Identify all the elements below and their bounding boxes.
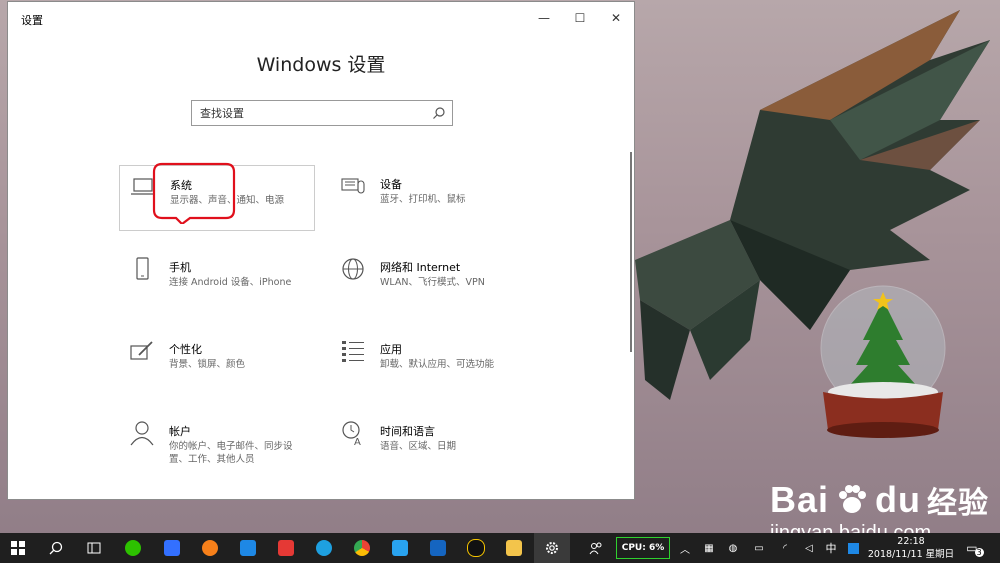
- gear-icon: [546, 542, 558, 554]
- people-button[interactable]: [578, 533, 614, 563]
- maximize-button[interactable]: ☐: [570, 8, 590, 28]
- close-button[interactable]: ✕: [606, 8, 626, 28]
- taskbar-app-blue[interactable]: [230, 533, 266, 563]
- paint-icon: [130, 341, 153, 360]
- tray-grid-icon[interactable]: ▦: [700, 533, 718, 563]
- taskbar-app-explorer[interactable]: [496, 533, 532, 563]
- tile-desc: 蓝牙、打印机、鼠标: [380, 194, 466, 205]
- windows-logo-icon: [11, 541, 25, 555]
- tray-app-icon[interactable]: ◍: [724, 533, 742, 563]
- clock[interactable]: 22:18 2018/11/11 星期日: [866, 535, 956, 561]
- paw-icon: [839, 485, 867, 513]
- app-icon: [392, 540, 408, 556]
- tile-accounts[interactable]: 帐户 你的帐户、电子邮件、同步设 置、工作、其他人员: [119, 412, 315, 478]
- ie-icon: [316, 540, 332, 556]
- app-icon: [430, 540, 446, 556]
- tile-title: 帐户: [169, 425, 191, 438]
- scrollbar[interactable]: [630, 152, 632, 352]
- wifi-icon[interactable]: ◜: [776, 533, 794, 563]
- tile-desc: WLAN、飞行模式、VPN: [380, 277, 485, 288]
- taskbar-app-store[interactable]: [420, 533, 456, 563]
- taskbar-app-qq-browser[interactable]: [382, 533, 418, 563]
- cpu-meter[interactable]: CPU: 6%: [616, 537, 670, 559]
- chrome-icon: [354, 540, 370, 556]
- ime-indicator[interactable]: 中: [822, 533, 840, 563]
- task-view-icon: [87, 542, 101, 554]
- watermark-text: Bai: [770, 479, 830, 520]
- action-center-button[interactable]: ▭ 3: [962, 533, 988, 563]
- apps-list-icon: [342, 341, 364, 362]
- globe-icon: [342, 258, 364, 280]
- tile-time-language[interactable]: A 时间和语言 语音、区域、日期: [330, 412, 526, 478]
- app-icon: [164, 540, 180, 556]
- tile-desc: 背景、锁屏、颜色: [169, 359, 246, 370]
- tile-network[interactable]: 网络和 Internet WLAN、飞行模式、VPN: [330, 248, 526, 314]
- clock-time: 22:18: [897, 536, 925, 547]
- tile-desc: 卸载、默认应用、可选功能: [380, 359, 495, 370]
- tile-title: 网络和 Internet: [380, 261, 461, 274]
- window-title: 设置: [21, 14, 43, 27]
- taskbar-search-button[interactable]: [38, 533, 74, 563]
- task-view-button[interactable]: [76, 533, 112, 563]
- minimize-button[interactable]: —: [534, 8, 554, 28]
- keyboard-icon: [341, 178, 365, 194]
- page-title: Windows 设置: [256, 54, 386, 76]
- tray-blue-icon[interactable]: [846, 533, 860, 563]
- start-button[interactable]: [0, 533, 36, 563]
- watermark-text: 经验: [927, 487, 990, 520]
- title-bar[interactable]: 设置 — ☐ ✕: [8, 2, 634, 34]
- app-icon: [202, 540, 218, 556]
- search-input[interactable]: [198, 101, 422, 125]
- app-icon: [278, 540, 294, 556]
- clock-date: 2018/11/11 星期日: [867, 549, 955, 560]
- watermark-text: du: [875, 479, 922, 520]
- tile-desc: 语音、区域、日期: [380, 441, 457, 452]
- notification-count: 3: [974, 547, 984, 557]
- tile-title: 设备: [380, 178, 402, 191]
- christmas-snow-globe: [820, 285, 946, 438]
- tile-phone[interactable]: 手机 连接 Android 设备、iPhone: [119, 248, 315, 314]
- search-box[interactable]: [191, 100, 453, 126]
- tile-devices[interactable]: 设备 蓝牙、打印机、鼠标: [330, 165, 526, 231]
- taskbar-app-chrome[interactable]: [344, 533, 380, 563]
- taskbar-app-orange[interactable]: [192, 533, 228, 563]
- search-icon: [49, 541, 63, 555]
- tile-title: 手机: [169, 261, 191, 274]
- volume-icon[interactable]: ◁: [800, 533, 818, 563]
- battery-icon[interactable]: ▭: [750, 533, 768, 563]
- tile-desc: 连接 Android 设备、iPhone: [169, 277, 292, 288]
- settings-window: 设置 — ☐ ✕ Windows 设置 系统 显示器、声音、通知、电源 设备 蓝…: [7, 1, 635, 500]
- time-language-icon: A: [342, 421, 361, 446]
- qq-icon: [467, 539, 485, 557]
- phone-icon: [136, 257, 149, 280]
- chevron-up-icon[interactable]: ︿: [676, 533, 694, 563]
- tile-desc: 你的帐户、电子邮件、同步设 置、工作、其他人员: [169, 441, 293, 465]
- folder-icon: [506, 540, 522, 556]
- taskbar-app-settings[interactable]: [534, 533, 570, 563]
- search-icon[interactable]: [432, 106, 446, 120]
- taskbar-app-ie[interactable]: [306, 533, 342, 563]
- person-icon: [130, 421, 154, 446]
- people-icon: [589, 542, 602, 555]
- svg-text:A: A: [354, 437, 361, 446]
- tile-personalization[interactable]: 个性化 背景、锁屏、颜色: [119, 330, 315, 396]
- taskbar-app-wechat[interactable]: [115, 533, 151, 563]
- tile-title: 个性化: [169, 343, 202, 356]
- taskbar-app-feishu[interactable]: [154, 533, 190, 563]
- app-icon: [240, 540, 256, 556]
- taskbar-app-qq[interactable]: [458, 533, 494, 563]
- tile-apps[interactable]: 应用 卸载、默认应用、可选功能: [330, 330, 526, 396]
- tile-title: 应用: [380, 343, 402, 356]
- taskbar: CPU: 6% ︿ ▦ ◍ ▭ ◜ ◁ 中 22:18 2018/11/11 星…: [0, 533, 1000, 563]
- taskbar-app-red[interactable]: [268, 533, 304, 563]
- red-callout-annotation: [152, 162, 236, 224]
- wechat-icon: [125, 540, 141, 556]
- tile-title: 时间和语言: [380, 425, 435, 438]
